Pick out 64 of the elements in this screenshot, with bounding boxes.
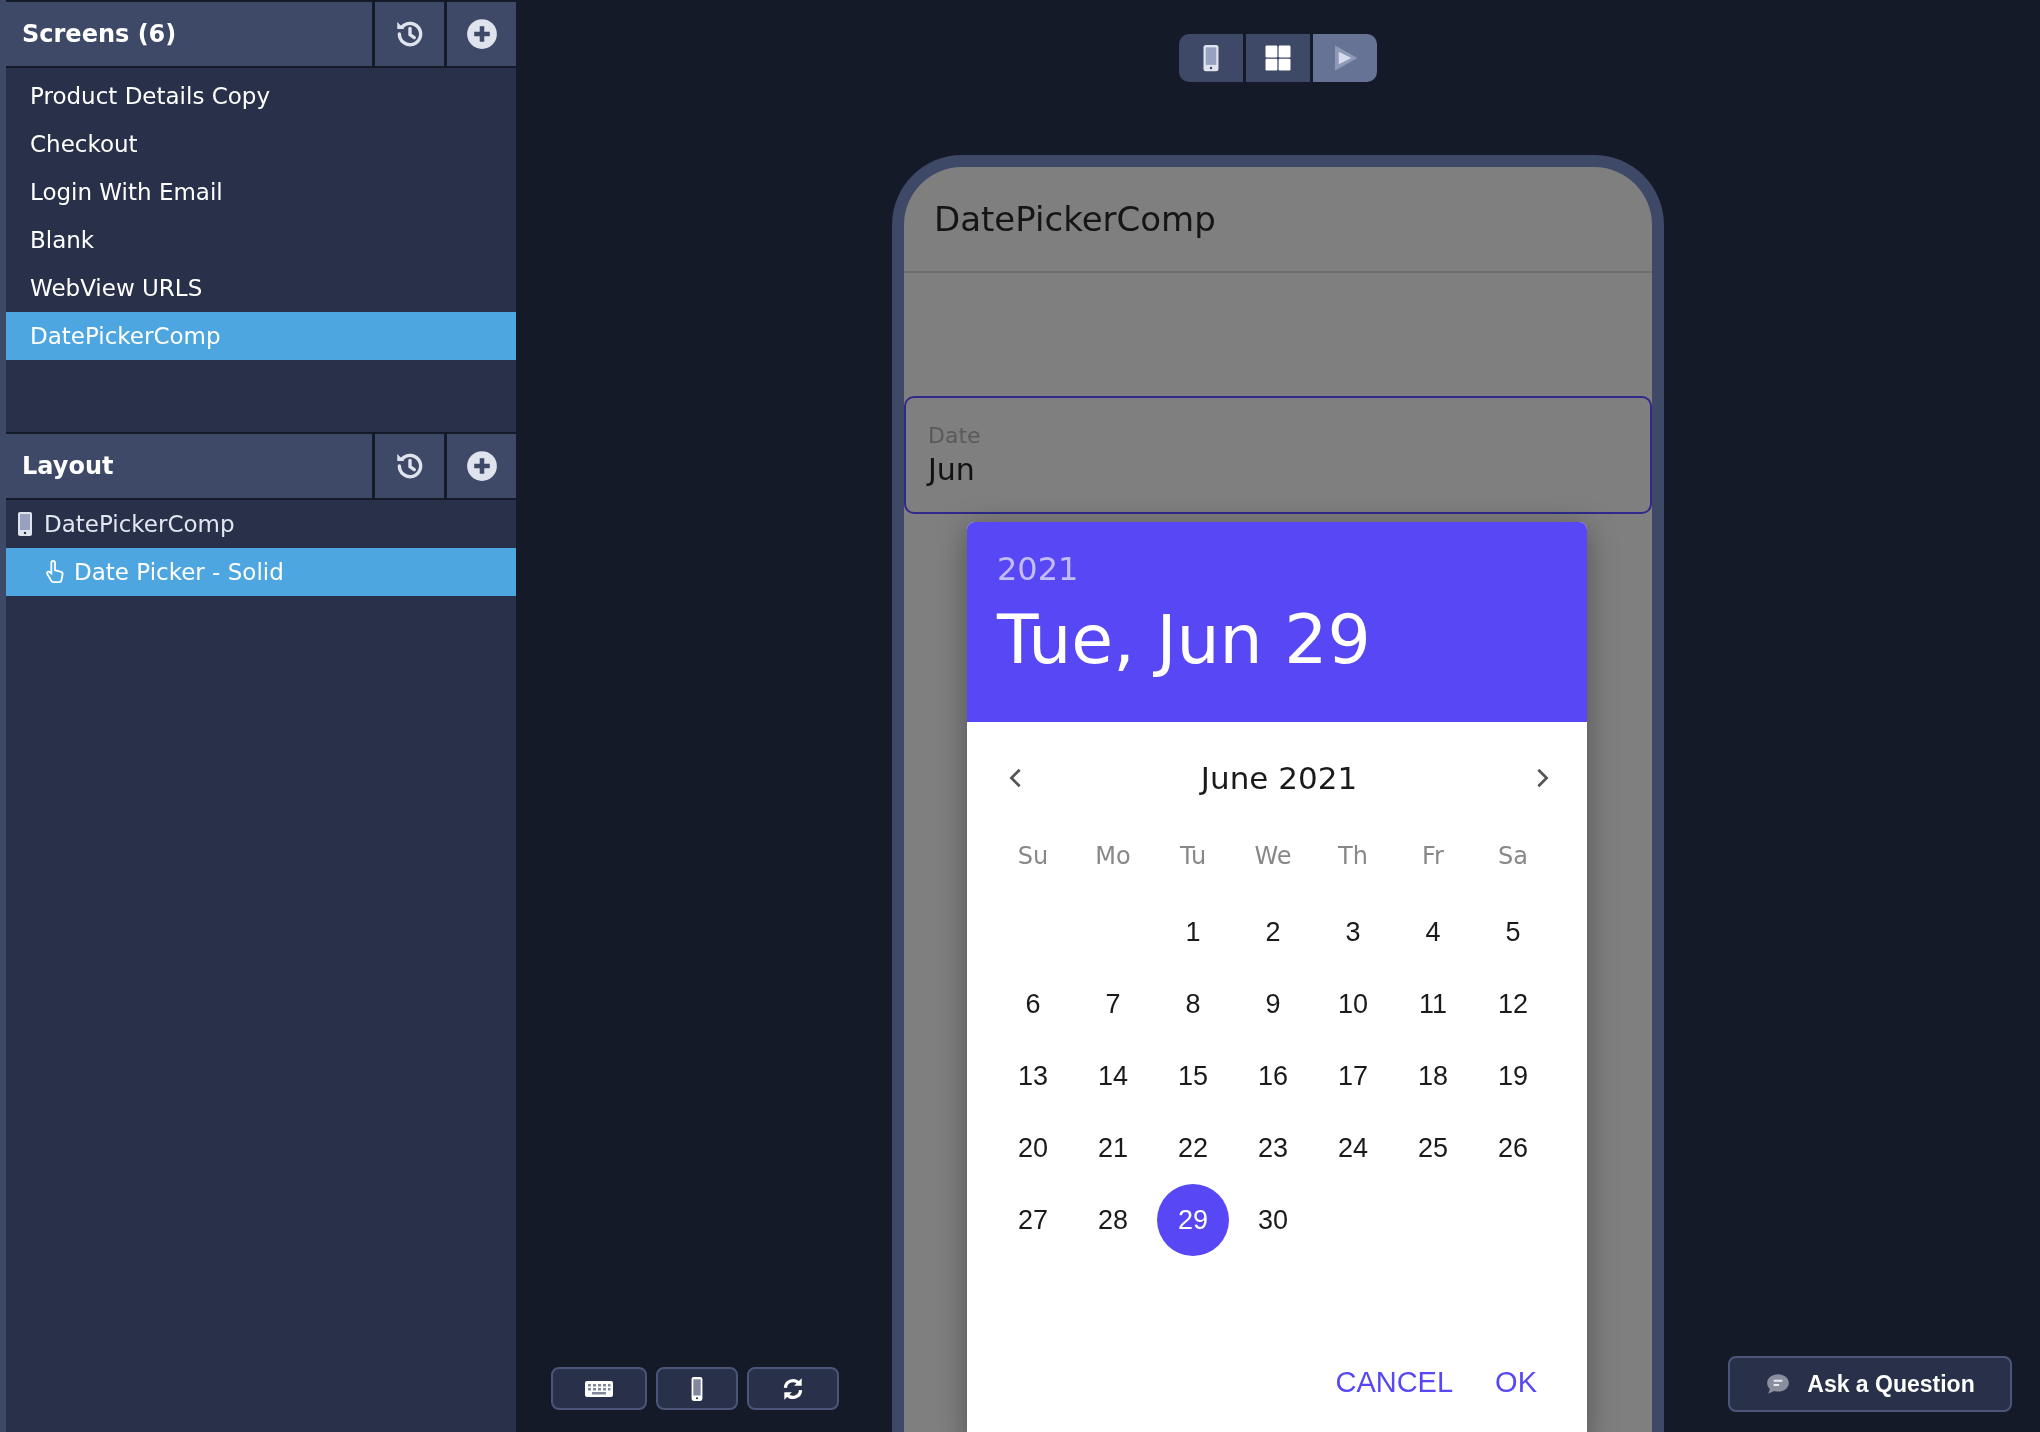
tree-item-label: DatePickerComp: [44, 511, 235, 537]
grid-icon: [1263, 43, 1293, 73]
refresh-button[interactable]: [747, 1367, 839, 1410]
field-value: Jun: [928, 452, 976, 487]
calendar-day[interactable]: 22: [1157, 1112, 1229, 1184]
calendar-day[interactable]: 17: [1317, 1040, 1389, 1112]
calendar-day[interactable]: 21: [1077, 1112, 1149, 1184]
screen-item[interactable]: Login With Email: [6, 168, 516, 216]
weekday-label: We: [1253, 841, 1293, 872]
calendar-day[interactable]: 30: [1237, 1184, 1309, 1256]
hand-pointer-icon: [44, 558, 66, 586]
screen-item[interactable]: Blank: [6, 216, 516, 264]
calendar-day[interactable]: 3: [1317, 896, 1389, 968]
mode-button[interactable]: [1179, 34, 1243, 82]
calendar-day[interactable]: 15: [1157, 1040, 1229, 1112]
calendar-day[interactable]: 4: [1397, 896, 1469, 968]
chat-icon: [1765, 1371, 1792, 1397]
dialog-action-button[interactable]: OK: [1491, 1362, 1541, 1403]
calendar-day[interactable]: 14: [1077, 1040, 1149, 1112]
calendar-day[interactable]: 25: [1397, 1112, 1469, 1184]
calendar-day[interactable]: 12: [1477, 968, 1549, 1040]
calendar-day[interactable]: 10: [1317, 968, 1389, 1040]
calendar-day[interactable]: 27: [997, 1184, 1069, 1256]
screen-item[interactable]: Product Details Copy: [6, 72, 516, 120]
calendar-day[interactable]: 19: [1477, 1040, 1549, 1112]
layout-tree-item[interactable]: DatePickerComp: [6, 500, 516, 548]
weekday-label: Su: [1016, 841, 1050, 872]
calendar-day[interactable]: 6: [997, 968, 1069, 1040]
dialog-action-button[interactable]: CANCEL: [1331, 1362, 1458, 1403]
device-button[interactable]: [656, 1367, 738, 1410]
add-icon: [464, 17, 499, 51]
selected-date: Tue, Jun 29: [997, 600, 1372, 679]
tree-item-label: Date Picker - Solid: [74, 559, 284, 585]
calendar-day[interactable]: 24: [1317, 1112, 1389, 1184]
weekday-label: Fr: [1421, 841, 1445, 872]
calendar-day[interactable]: 29: [1157, 1184, 1229, 1256]
month-label: June 2021: [1200, 760, 1358, 796]
calendar-day[interactable]: 5: [1477, 896, 1549, 968]
calendar-day[interactable]: 9: [1237, 968, 1309, 1040]
panel-title: Layout: [21, 451, 115, 482]
panel-title: Screens (6): [21, 19, 178, 50]
add-icon: [464, 449, 499, 483]
calendar-day[interactable]: 26: [1477, 1112, 1549, 1184]
calendar-day[interactable]: 23: [1237, 1112, 1309, 1184]
mode-button[interactable]: [1246, 34, 1310, 82]
calendar-day[interactable]: 2: [1237, 896, 1309, 968]
calendar-day[interactable]: 13: [997, 1040, 1069, 1112]
keyboard-button[interactable]: [551, 1367, 647, 1410]
calendar-day[interactable]: 1: [1157, 896, 1229, 968]
weekday-label: Mo: [1094, 841, 1132, 872]
calendar-day[interactable]: 20: [997, 1112, 1069, 1184]
ask-question-button[interactable]: Ask a Question: [1728, 1356, 2012, 1412]
calendar-day[interactable]: 28: [1077, 1184, 1149, 1256]
weekday-label: Tu: [1178, 841, 1208, 872]
weekday-label: Th: [1337, 841, 1369, 872]
calendar-day[interactable]: 11: [1397, 968, 1469, 1040]
calendar-day[interactable]: 7: [1077, 968, 1149, 1040]
weekday-label: Sa: [1497, 841, 1529, 872]
screen-title: DatePickerComp: [904, 167, 1652, 273]
calendar-day[interactable]: 16: [1237, 1040, 1309, 1112]
screen-item[interactable]: Checkout: [6, 120, 516, 168]
calendar-day[interactable]: 18: [1397, 1040, 1469, 1112]
calendar-day[interactable]: 8: [1157, 968, 1229, 1040]
screen-item[interactable]: WebView URLS: [6, 264, 516, 312]
